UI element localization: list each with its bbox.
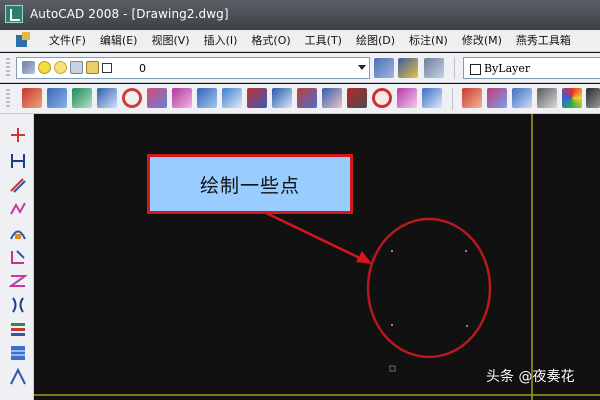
center-mark-tool-icon[interactable] <box>372 88 392 108</box>
cooling-tool-icon[interactable] <box>347 88 367 108</box>
point-marker <box>389 365 396 372</box>
menu-draw[interactable]: 绘图(D) <box>349 30 402 52</box>
bracket-tool-icon[interactable] <box>9 296 27 314</box>
toolbar-separator <box>452 88 453 110</box>
line-tool-icon[interactable] <box>97 88 117 108</box>
drawn-point <box>391 250 393 252</box>
bulb-tool-icon[interactable] <box>222 88 242 108</box>
ejector-tool-icon[interactable] <box>147 88 167 108</box>
mold-base-tool-icon[interactable] <box>22 88 42 108</box>
t-slot-tool-icon[interactable] <box>272 88 292 108</box>
color-control-dropdown[interactable]: ByLayer <box>463 57 600 79</box>
layer-previous-icon[interactable] <box>398 58 418 78</box>
drawn-point <box>465 250 467 252</box>
menu-tools[interactable]: 工具(T) <box>298 30 349 52</box>
bolt-tool-icon[interactable] <box>197 88 217 108</box>
layers-icon <box>22 61 35 74</box>
pin-tool-icon[interactable] <box>172 88 192 108</box>
point-tool-icon[interactable] <box>9 126 27 144</box>
zigzag-tool-icon[interactable] <box>7 272 29 290</box>
pattern-tool-icon[interactable] <box>586 88 600 108</box>
color-swatch-icon <box>470 64 481 75</box>
yanxiu-toolbar <box>0 84 600 114</box>
spring-tool-icon[interactable] <box>397 88 417 108</box>
watermark: 头条 @夜奏花 <box>486 369 575 385</box>
offset-tool-icon[interactable] <box>9 176 27 194</box>
drawn-point <box>466 325 468 327</box>
color-control-value: ByLayer <box>484 62 531 75</box>
lock-icon <box>86 61 99 74</box>
menu-yanxiu-toolbox[interactable]: 燕秀工具箱 <box>509 30 578 52</box>
polyline-tool-icon[interactable] <box>9 200 27 218</box>
chevron-down-icon[interactable] <box>358 65 366 70</box>
make-object-layer-current-icon[interactable] <box>374 58 394 78</box>
build-tool-icon[interactable] <box>462 88 482 108</box>
color-palette-icon[interactable] <box>562 88 582 108</box>
current-layer-value: 0 <box>139 62 146 75</box>
toolbar-grip[interactable] <box>6 58 10 78</box>
hatch-tool-icon[interactable] <box>247 88 267 108</box>
stretch-tool-icon[interactable] <box>9 248 27 266</box>
menu-format[interactable]: 格式(O) <box>244 30 297 52</box>
callout-text: 绘制一些点 <box>199 175 300 197</box>
menu-view[interactable]: 视图(V) <box>144 30 196 52</box>
annotation-ellipse <box>366 217 492 359</box>
hide-tool-icon[interactable] <box>487 88 507 108</box>
sun-icon <box>54 61 67 74</box>
bulb-icon <box>38 61 51 74</box>
bushing-tool-icon[interactable] <box>322 88 342 108</box>
dimension-tool-icon[interactable] <box>9 152 27 170</box>
window-title: AutoCAD 2008 - [Drawing2.dwg] <box>30 7 229 21</box>
menu-dimension[interactable]: 标注(N) <box>402 30 455 52</box>
layer-dropdown[interactable]: 0 <box>16 57 370 79</box>
autocad-app-icon[interactable] <box>5 5 23 23</box>
multiline-tool-icon[interactable] <box>9 320 27 338</box>
screw-tool-icon[interactable] <box>47 88 67 108</box>
gate-tool-icon[interactable] <box>422 88 442 108</box>
ladder-tool-icon[interactable] <box>9 344 27 362</box>
drawn-point <box>391 324 393 326</box>
unlock-icon <box>70 61 83 74</box>
menu-bar: 文件(F) 编辑(E) 视图(V) 插入(I) 格式(O) 工具(T) 绘图(D… <box>0 30 600 52</box>
annotation-arrow-line <box>261 209 369 264</box>
layer-states-icon[interactable] <box>424 58 444 78</box>
arc-tool-icon[interactable] <box>9 224 27 242</box>
plate-tool-icon[interactable] <box>72 88 92 108</box>
circle-tool-icon[interactable] <box>122 88 142 108</box>
drawing-doc-icon[interactable] <box>14 31 36 50</box>
stack-tool-icon[interactable] <box>512 88 532 108</box>
toolbar-grip[interactable] <box>6 89 10 109</box>
draw-toolbar <box>0 114 34 400</box>
title-bar: AutoCAD 2008 - [Drawing2.dwg] <box>0 0 600 30</box>
toolbar-separator <box>454 57 455 79</box>
menu-file[interactable]: 文件(F) <box>42 30 93 52</box>
menu-insert[interactable]: 插入(I) <box>197 30 245 52</box>
layer-tool-icon[interactable] <box>537 88 557 108</box>
menu-modify[interactable]: 修改(M) <box>455 30 509 52</box>
angle-tool-icon[interactable] <box>9 367 27 386</box>
color-box-icon <box>102 63 112 73</box>
menu-edit[interactable]: 编辑(E) <box>93 30 145 52</box>
guide-tool-icon[interactable] <box>297 88 317 108</box>
annotation-callout: 绘制一些点 <box>147 154 353 214</box>
